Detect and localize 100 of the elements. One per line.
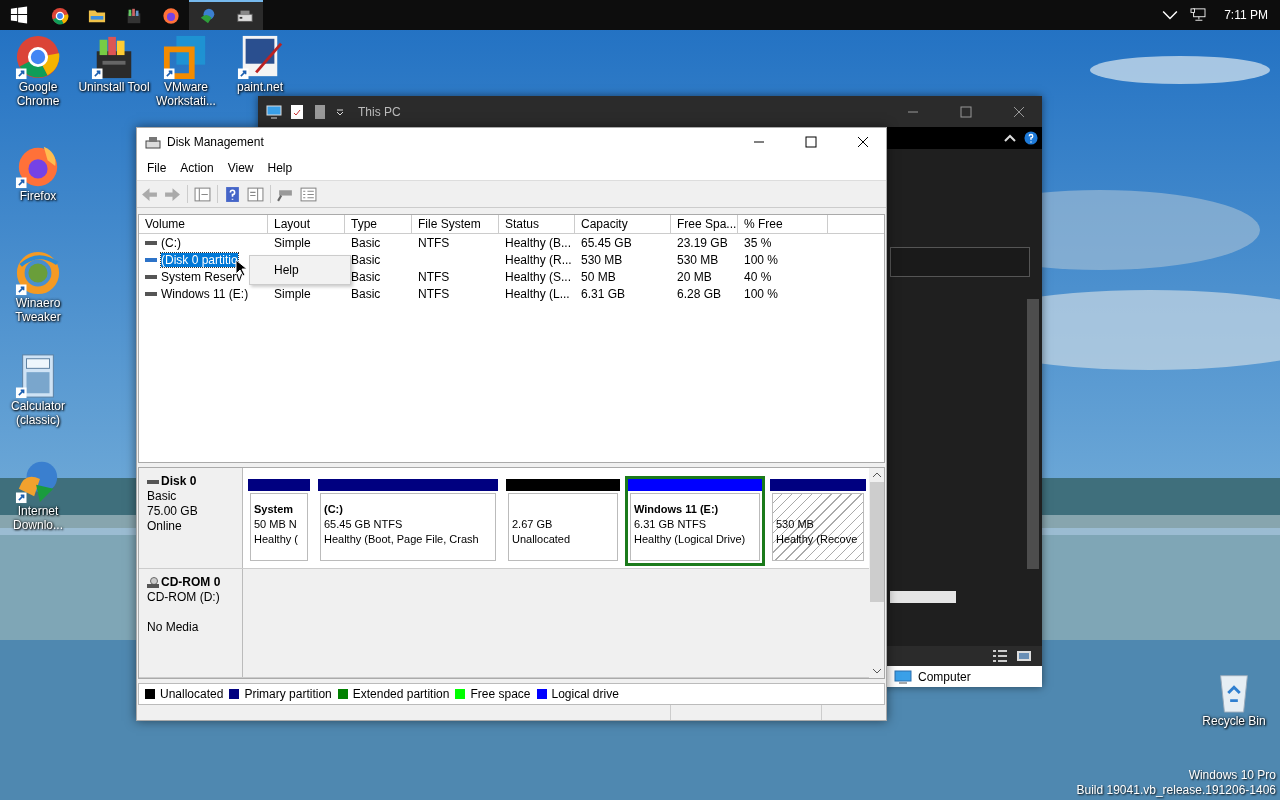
disk-detail: CD-ROM (D:): [147, 590, 221, 605]
menu-item[interactable]: Help: [250, 263, 299, 277]
table-cell: Healthy (B...: [505, 235, 572, 250]
table-cell: Simple: [274, 286, 311, 301]
legend-label: Primary partition: [244, 687, 332, 701]
table-cell[interactable]: Windows 11 (E:): [161, 286, 249, 301]
shortcut-label: paint.net: [235, 80, 284, 94]
desktop-shortcut[interactable]: Internet Downlo...: [0, 458, 76, 532]
windows-version-text: Windows 10 Pro: [1188, 768, 1276, 783]
scroll-down-icon[interactable]: [871, 668, 882, 674]
paint-icon: [237, 34, 283, 80]
partition-size: 50 MB N: [254, 517, 298, 532]
partition-status: Unallocated: [512, 532, 572, 547]
partition-size: 6.31 GB NTFS: [634, 517, 708, 532]
help-icon[interactable]: [1024, 131, 1038, 145]
legend-label: Unallocated: [160, 687, 224, 701]
desktop-shortcut[interactable]: Firefox: [0, 143, 76, 203]
table-cell: Simple: [274, 235, 311, 250]
windows-logo-icon[interactable]: [10, 6, 28, 24]
desktop-shortcut[interactable]: paint.net: [222, 34, 298, 94]
desktop-shortcut[interactable]: Recycle Bin: [1196, 668, 1272, 728]
column-header[interactable]: File System: [412, 215, 499, 233]
column-header[interactable]: Status: [499, 215, 575, 233]
cd-drive-icon: [147, 576, 159, 589]
clock-time[interactable]: 7:11 PM: [1224, 8, 1268, 22]
search-field[interactable]: [890, 247, 1030, 277]
menu-item[interactable]: Help: [260, 161, 300, 175]
menu-item[interactable]: File: [140, 161, 174, 175]
table-cell: 530 MB: [677, 252, 719, 267]
properties-icon[interactable]: [300, 185, 317, 203]
volume-icon: [145, 256, 157, 263]
network-icon[interactable]: [1190, 8, 1207, 22]
partition-title: (C:): [324, 502, 344, 517]
shortcut-label: Calculator (classic): [10, 399, 66, 427]
tiles-view-icon[interactable]: [1016, 649, 1032, 663]
partition-title: Windows 11 (E:): [634, 502, 720, 517]
table-cell: Healthy (R...: [505, 252, 572, 267]
details-view-icon[interactable]: [992, 649, 1008, 663]
disk-drive-icon: [145, 134, 161, 150]
chrome-icon: [15, 34, 61, 80]
scroll-up-icon[interactable]: [871, 472, 882, 478]
table-cell: Healthy (L...: [505, 286, 570, 301]
column-header[interactable]: Volume: [139, 215, 268, 233]
shortcut-label: Google Chrome: [15, 80, 61, 108]
column-header[interactable]: Type: [345, 215, 412, 233]
table-cell: NTFS: [418, 235, 450, 250]
disk-name: CD-ROM 0: [161, 575, 221, 590]
disk-detail: No Media: [147, 620, 200, 635]
partition-status: Healthy (Recove: [776, 532, 859, 547]
volume-icon: [145, 290, 157, 297]
partition-size: 2.67 GB: [512, 517, 554, 532]
taskbar-app[interactable]: [189, 0, 226, 30]
partition-status: Healthy (Boot, Page File, Crash: [324, 532, 480, 547]
table-cell[interactable]: System Reserv: [161, 269, 243, 284]
chevron-icon[interactable]: [1162, 8, 1179, 22]
legend-label: Extended partition: [352, 687, 450, 701]
shortcut-label: Internet Downlo...: [12, 504, 64, 532]
partition-block[interactable]: Windows 11 (E:) 6.31 GB NTFS Healthy (Logical Drive): [625, 476, 765, 566]
window-title: Disk Management: [167, 135, 264, 149]
checklist-icon[interactable]: [289, 103, 305, 120]
table-cell: Basic: [351, 252, 381, 267]
table-cell: 530 MB: [581, 252, 623, 267]
table-cell: Basic: [351, 269, 381, 284]
document-icon[interactable]: [312, 103, 328, 120]
dropdown-icon[interactable]: [335, 106, 345, 117]
globe-icon: [198, 7, 217, 25]
disk-detail: 75.00 GB: [147, 504, 199, 519]
column-header[interactable]: Capacity: [575, 215, 671, 233]
highlight-strip: [890, 591, 956, 603]
menu-item[interactable]: Action: [173, 161, 221, 175]
partition-size: 530 MB: [776, 517, 815, 532]
table-cell[interactable]: (Disk 0 partitio: [161, 252, 238, 267]
table-cell: 65.45 GB: [581, 235, 632, 250]
table-cell: 50 MB: [581, 269, 616, 284]
firefox-icon: [161, 7, 180, 25]
taskbar-app[interactable]: [226, 0, 263, 30]
shortcut-label: Winaero Tweaker: [14, 296, 62, 324]
action-pane-icon[interactable]: [247, 185, 264, 203]
column-header[interactable]: Layout: [268, 215, 345, 233]
shortcut-label: Firefox: [18, 189, 58, 203]
windows-version-text: Build 19041.vb_release.191206-1406: [1076, 783, 1276, 798]
table-cell[interactable]: (C:): [161, 235, 181, 250]
table-cell: 20 MB: [677, 269, 712, 284]
shortcut-label: Recycle Bin: [1201, 714, 1267, 728]
console-tree-icon[interactable]: [194, 185, 211, 203]
column-header[interactable]: Free Spa...: [671, 215, 738, 233]
table-cell: 40 %: [744, 269, 772, 284]
collapse-icon[interactable]: [1004, 134, 1016, 142]
disk-detail: Basic: [147, 489, 178, 504]
column-header[interactable]: % Free: [738, 215, 828, 233]
partition-title: System: [254, 502, 295, 517]
shortcut-label: Uninstall Tool: [77, 80, 151, 94]
menu-item[interactable]: View: [220, 161, 261, 175]
desktop-shortcut[interactable]: Google Chrome: [0, 34, 76, 108]
item-label[interactable]: Computer: [918, 669, 971, 684]
table-cell: 35 %: [744, 235, 772, 250]
winaero-icon: [15, 250, 61, 296]
table-cell: 100 %: [744, 252, 779, 267]
monitor-icon[interactable]: [266, 103, 282, 120]
legend-label: Free space: [470, 687, 531, 701]
